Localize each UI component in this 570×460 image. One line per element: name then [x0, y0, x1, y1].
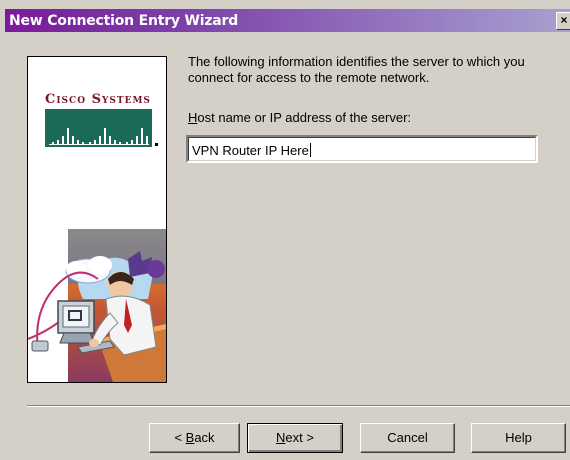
back-label: ack	[194, 430, 215, 445]
host-address-input[interactable]: VPN Router IP Here	[186, 135, 538, 163]
button-separator	[27, 405, 570, 407]
logo-dot	[155, 143, 158, 146]
back-button[interactable]: < Back	[149, 423, 240, 453]
intro-text: The following information identifies the…	[188, 54, 525, 85]
cancel-button[interactable]: Cancel	[360, 423, 455, 453]
window-title: New Connection Entry Wizard	[9, 13, 239, 29]
text-caret	[309, 143, 311, 157]
back-prefix: <	[174, 430, 186, 445]
wizard-window: New Connection Entry Wizard × Cisco Syst…	[0, 0, 570, 460]
host-label-accelerator: H	[188, 110, 198, 125]
help-button[interactable]: Help	[471, 423, 566, 453]
next-label: ext >	[285, 430, 314, 445]
wizard-side-panel: Cisco Systems	[27, 56, 167, 383]
close-icon[interactable]: ×	[556, 12, 570, 30]
cisco-logo-text: Cisco Systems	[45, 92, 151, 107]
host-label-text: ost name or IP address of the server:	[197, 110, 412, 125]
next-accelerator: N	[276, 430, 286, 445]
title-bar[interactable]: New Connection Entry Wizard ×	[5, 9, 570, 32]
cisco-logo-icon	[45, 109, 152, 147]
host-field-label: Host name or IP address of the server:	[188, 110, 411, 125]
next-button[interactable]: Next >	[247, 423, 343, 453]
host-input-value: VPN Router IP Here	[192, 143, 311, 158]
host-input-bevel: VPN Router IP Here	[188, 137, 536, 161]
person-at-computer-illustration-icon	[28, 229, 166, 382]
host-value-text: VPN Router IP Here	[192, 143, 309, 158]
